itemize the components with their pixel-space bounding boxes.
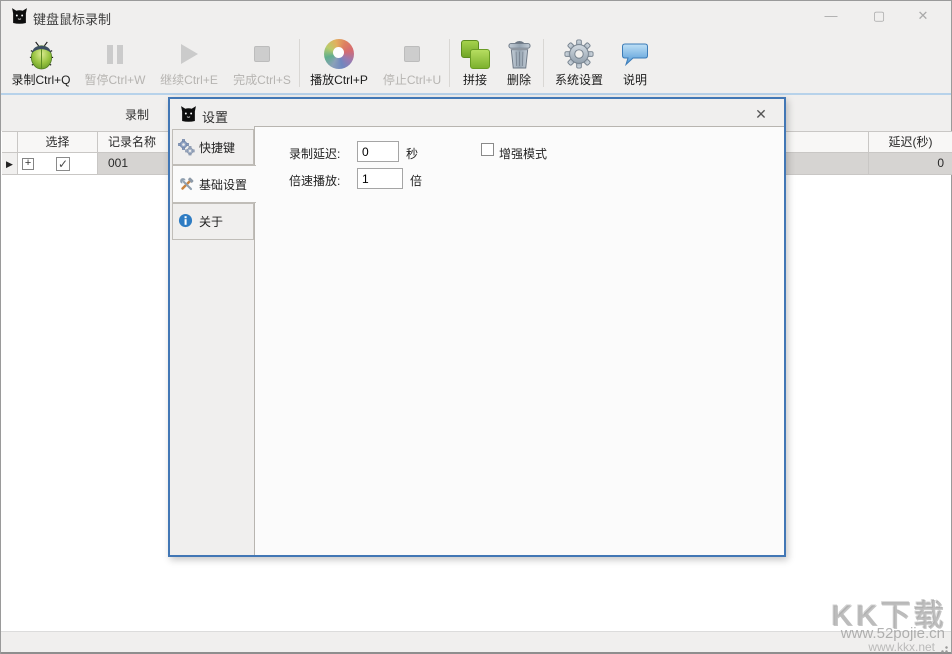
settings-dialog: 设置 ✕ (168, 97, 786, 557)
tools-icon (178, 176, 195, 193)
status-bar (1, 631, 951, 652)
row-expand-icon[interactable]: + (22, 158, 34, 170)
maximize-button[interactable]: ▢ (859, 1, 899, 31)
dialog-cat-icon (180, 105, 197, 122)
column-header-delay[interactable]: 延迟(秒) (869, 131, 952, 153)
beetle-record-icon (5, 37, 77, 71)
gears-icon (178, 139, 195, 156)
pause-icon (79, 37, 151, 71)
splice-squares-icon (453, 37, 497, 71)
resize-grip[interactable] (939, 644, 948, 653)
column-header-select[interactable]: 选择 (18, 131, 98, 153)
system-settings-button[interactable]: 系统设置 (547, 33, 611, 91)
dialog-title: 设置 (202, 107, 228, 126)
stop-square-icon (376, 37, 448, 71)
row-checkbox[interactable]: ✓ (56, 157, 70, 171)
title-bar: 键盘鼠标录制 — ▢ ✕ (1, 1, 951, 31)
help-label: 说明 (613, 71, 657, 88)
system-settings-label: 系统设置 (547, 71, 611, 88)
tab-about-label: 关于 (199, 213, 223, 230)
playback-speed-input[interactable] (357, 168, 403, 189)
row-indicator-header (2, 131, 18, 153)
splice-label: 拼接 (453, 71, 497, 88)
pause-button[interactable]: 暂停Ctrl+W (79, 33, 151, 91)
play-circle-icon (303, 37, 375, 71)
continue-button[interactable]: 继续Ctrl+E (153, 33, 225, 91)
tab-basic-settings[interactable]: 基础设置 (172, 165, 256, 203)
row-arrow-icon: ▶ (6, 159, 13, 169)
row-select-cell: + ✓ (18, 153, 98, 175)
row-indicator-cell: ▶ (2, 153, 18, 175)
row-delay-cell[interactable]: 0 (869, 153, 952, 175)
stop-button[interactable]: 停止Ctrl+U (376, 33, 448, 91)
minimize-button[interactable]: — (811, 1, 851, 31)
info-icon (178, 213, 195, 230)
splice-button[interactable]: 拼接 (453, 33, 497, 91)
record-delay-input[interactable] (357, 141, 399, 162)
record-delay-label: 录制延迟: (289, 145, 340, 162)
record-button[interactable]: 录制Ctrl+Q (5, 33, 77, 91)
trash-icon (497, 37, 541, 71)
enhance-mode-checkbox[interactable] (481, 143, 494, 156)
toolbar-separator (449, 39, 450, 87)
gear-icon (547, 37, 611, 71)
tab-basic-settings-label: 基础设置 (199, 176, 247, 193)
stop-label: 停止Ctrl+U (376, 71, 448, 88)
play-label: 播放Ctrl+P (303, 71, 375, 88)
close-button[interactable]: ✕ (903, 1, 943, 31)
stop-square-icon (226, 37, 298, 71)
play-button[interactable]: 播放Ctrl+P (303, 33, 375, 91)
toolbar: 录制Ctrl+Q 暂停Ctrl+W 继续Ctrl+E 完成Ctrl+S 播放Ct… (1, 31, 951, 93)
dialog-close-button[interactable]: ✕ (750, 104, 772, 124)
tab-about[interactable]: 关于 (172, 203, 254, 240)
record-list-label: 录制 (125, 106, 149, 123)
play-icon (153, 37, 225, 71)
dialog-tab-panel (254, 126, 784, 555)
finish-label: 完成Ctrl+S (226, 71, 298, 88)
speech-bubble-icon (613, 37, 657, 71)
help-button[interactable]: 说明 (613, 33, 657, 91)
delete-label: 删除 (497, 71, 541, 88)
record-delay-unit: 秒 (406, 145, 418, 162)
enhance-mode-label: 增强模式 (499, 145, 547, 162)
continue-label: 继续Ctrl+E (153, 71, 225, 88)
app-window: 键盘鼠标录制 — ▢ ✕ 录制Ctrl+Q (0, 0, 952, 654)
tab-hotkeys-label: 快捷键 (199, 139, 235, 156)
window-title: 键盘鼠标录制 (33, 9, 111, 28)
finish-button[interactable]: 完成Ctrl+S (226, 33, 298, 91)
pause-label: 暂停Ctrl+W (79, 71, 151, 88)
toolbar-separator (543, 39, 544, 87)
record-label: 录制Ctrl+Q (5, 71, 77, 88)
delete-button[interactable]: 删除 (497, 33, 541, 91)
playback-speed-label: 倍速播放: (289, 172, 340, 189)
playback-speed-unit: 倍 (410, 172, 422, 189)
toolbar-separator (299, 39, 300, 87)
app-cat-icon (11, 7, 28, 24)
tab-hotkeys[interactable]: 快捷键 (172, 129, 254, 165)
